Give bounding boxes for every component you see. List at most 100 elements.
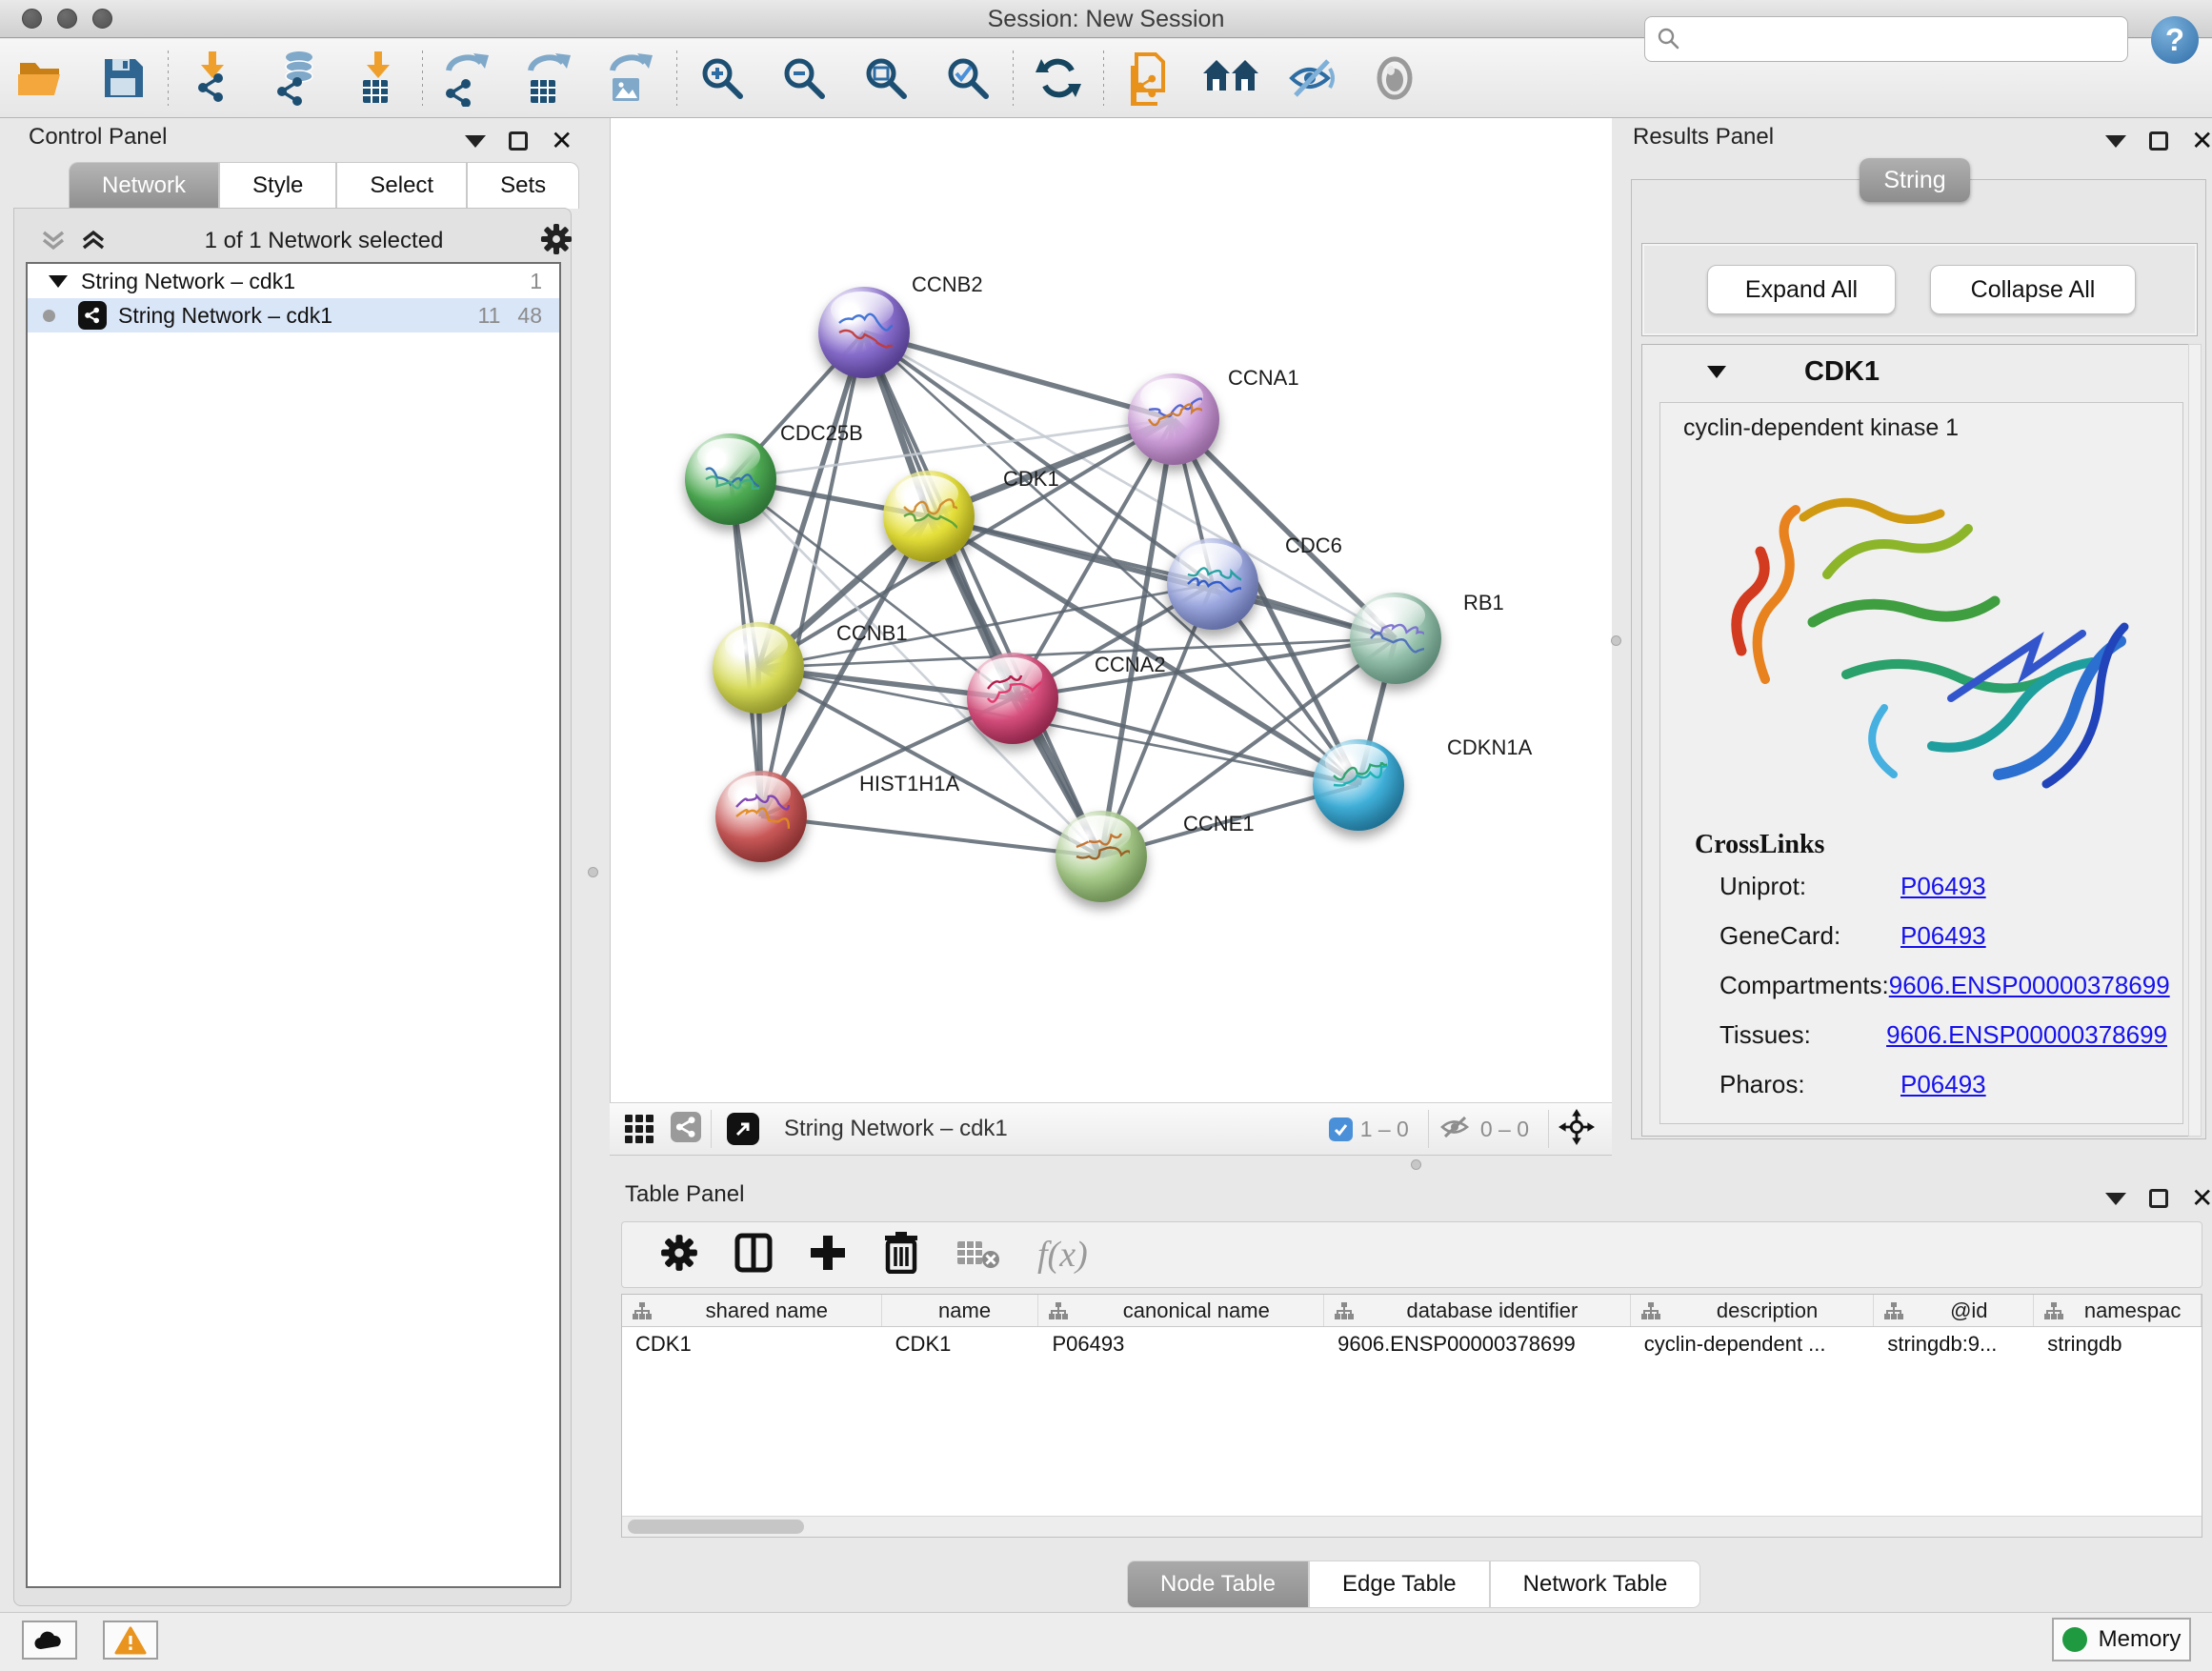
toolbar-separator: [422, 50, 423, 106]
search-field[interactable]: [1644, 16, 2128, 62]
crosslink-link[interactable]: P06493: [1900, 1070, 1986, 1099]
column-header-canonical-name[interactable]: canonical name: [1038, 1295, 1324, 1326]
results-panel-float-icon[interactable]: [2149, 131, 2168, 151]
save-session-icon[interactable]: [82, 49, 164, 108]
grid-view-icon[interactable]: [625, 1115, 654, 1143]
tab-node-table[interactable]: Node Table: [1127, 1560, 1309, 1608]
right-splitter-handle[interactable]: [1611, 635, 1621, 646]
network-node-CDC25B[interactable]: [685, 433, 776, 525]
tab-network[interactable]: Network: [69, 162, 219, 209]
network-node-CDK1[interactable]: [883, 471, 975, 562]
node-table: shared namenamecanonical namedatabase id…: [621, 1294, 2202, 1538]
cell-name[interactable]: CDK1: [882, 1327, 1039, 1361]
cell-database-identifier[interactable]: 9606.ENSP00000378699: [1324, 1327, 1631, 1361]
network-row-selected[interactable]: String Network – cdk1 11 48: [28, 298, 559, 332]
table-hscrollbar[interactable]: [622, 1516, 2202, 1537]
delete-column-icon[interactable]: [883, 1232, 919, 1278]
results-panel-close-icon[interactable]: ✕: [2191, 131, 2212, 151]
network-node-HIST1H1A[interactable]: [715, 771, 807, 862]
export-network-icon[interactable]: [427, 49, 509, 108]
settings-gear-icon[interactable]: [660, 1234, 698, 1277]
results-panel-collapse-icon[interactable]: [2105, 135, 2126, 148]
table-hscrollbar-thumb[interactable]: [628, 1520, 804, 1534]
results-scrollbar[interactable]: [2188, 344, 2202, 1137]
section-expander-icon[interactable]: [1707, 366, 1726, 378]
left-splitter-handle[interactable]: [588, 867, 598, 877]
column-header-shared-name[interactable]: shared name: [622, 1295, 882, 1326]
network-node-CCNA1[interactable]: [1128, 373, 1219, 465]
crosslink-link[interactable]: 9606.ENSP00000378699: [1889, 971, 2170, 1000]
add-column-icon[interactable]: [809, 1234, 847, 1277]
expand-all-icon[interactable]: [79, 229, 108, 253]
cell-description[interactable]: cyclin-dependent ...: [1631, 1327, 1875, 1361]
column-header-namespac[interactable]: namespac: [2034, 1295, 2202, 1326]
selected-nodes-checkbox[interactable]: [1329, 1117, 1353, 1141]
table-panel-float-icon[interactable]: [2149, 1189, 2168, 1208]
show-graphics-icon[interactable]: [1354, 49, 1436, 108]
birds-eye-view-icon[interactable]: [1558, 1109, 1595, 1150]
expand-all-button[interactable]: Expand All: [1707, 265, 1896, 314]
network-node-CCNA2[interactable]: [967, 653, 1058, 744]
network-from-selection-icon[interactable]: [1108, 49, 1190, 108]
export-table-icon[interactable]: [509, 49, 591, 108]
column-header-database-identifier[interactable]: database identifier: [1324, 1295, 1631, 1326]
tab-network-table[interactable]: Network Table: [1490, 1560, 1701, 1608]
cell-canonical-name[interactable]: P06493: [1038, 1327, 1324, 1361]
network-node-CDKN1A[interactable]: [1313, 739, 1404, 831]
split-columns-icon[interactable]: [734, 1232, 773, 1278]
cdk1-section-header[interactable]: CDK1: [1642, 345, 2197, 398]
open-session-icon[interactable]: [0, 49, 82, 108]
refresh-icon[interactable]: [1017, 49, 1099, 108]
crosslink-link[interactable]: P06493: [1900, 921, 1986, 951]
import-table-file-icon[interactable]: [336, 49, 418, 108]
control-panel-float-icon[interactable]: [509, 131, 528, 151]
network-node-CCNE1[interactable]: [1056, 811, 1147, 902]
network-options-gear-icon[interactable]: [540, 223, 573, 260]
tab-sets[interactable]: Sets: [467, 162, 579, 209]
home-panels-icon[interactable]: [1190, 49, 1272, 108]
network-collection-row[interactable]: String Network – cdk1 1: [28, 264, 559, 298]
results-panel: Expand All Collapse All CDK1 cyclin-depe…: [1631, 179, 2206, 1139]
collapse-all-icon[interactable]: [39, 229, 68, 253]
column-header-@id[interactable]: @id: [1874, 1295, 2034, 1326]
crosslink-label: Compartments:: [1719, 971, 1889, 1000]
collapse-all-button[interactable]: Collapse All: [1930, 265, 2136, 314]
results-tab-string[interactable]: String: [1860, 158, 1970, 202]
zoom-in-icon[interactable]: [681, 49, 763, 108]
tab-select[interactable]: Select: [336, 162, 467, 209]
cloud-status-button[interactable]: [22, 1621, 77, 1660]
column-header-name[interactable]: name: [882, 1295, 1039, 1326]
cell-namespac[interactable]: stringdb: [2034, 1327, 2202, 1361]
table-panel-collapse-icon[interactable]: [2105, 1193, 2126, 1205]
cell-shared-name[interactable]: CDK1: [622, 1327, 882, 1361]
tab-style[interactable]: Style: [219, 162, 336, 209]
network-canvas[interactable]: CCNB2CCNA1CDC25BCDK1CDC6RB1CCNB1CCNA2CDK…: [610, 118, 1612, 1102]
help-button[interactable]: ?: [2151, 16, 2199, 64]
table-panel-close-icon[interactable]: ✕: [2191, 1189, 2212, 1208]
hide-selected-icon[interactable]: [1272, 49, 1354, 108]
network-share-icon[interactable]: [671, 1112, 701, 1147]
control-panel-close-icon[interactable]: ✕: [551, 131, 573, 151]
zoom-selected-icon[interactable]: [927, 49, 1009, 108]
control-panel-collapse-icon[interactable]: [465, 135, 486, 148]
import-network-file-icon[interactable]: [172, 49, 254, 108]
network-node-CDC6[interactable]: [1167, 538, 1258, 630]
export-image-icon[interactable]: [591, 49, 673, 108]
warnings-button[interactable]: [103, 1621, 158, 1660]
network-node-CCNB2[interactable]: [818, 287, 910, 378]
horizontal-splitter-handle[interactable]: [1411, 1159, 1421, 1170]
tree-expander-icon[interactable]: [49, 275, 68, 288]
crosslink-link[interactable]: P06493: [1900, 872, 1986, 901]
search-input[interactable]: [1681, 26, 2127, 52]
network-node-CCNB1[interactable]: [713, 622, 804, 714]
tab-edge-table[interactable]: Edge Table: [1309, 1560, 1490, 1608]
crosslink-link[interactable]: 9606.ENSP00000378699: [1886, 1020, 2167, 1050]
memory-button[interactable]: Memory: [2052, 1618, 2191, 1661]
column-header-description[interactable]: description: [1631, 1295, 1875, 1326]
zoom-fit-icon[interactable]: [845, 49, 927, 108]
network-node-RB1[interactable]: [1350, 593, 1441, 684]
open-in-browser-icon[interactable]: [727, 1113, 759, 1145]
cell-@id[interactable]: stringdb:9...: [1874, 1327, 2034, 1361]
zoom-out-icon[interactable]: [763, 49, 845, 108]
import-network-database-icon[interactable]: [254, 49, 336, 108]
